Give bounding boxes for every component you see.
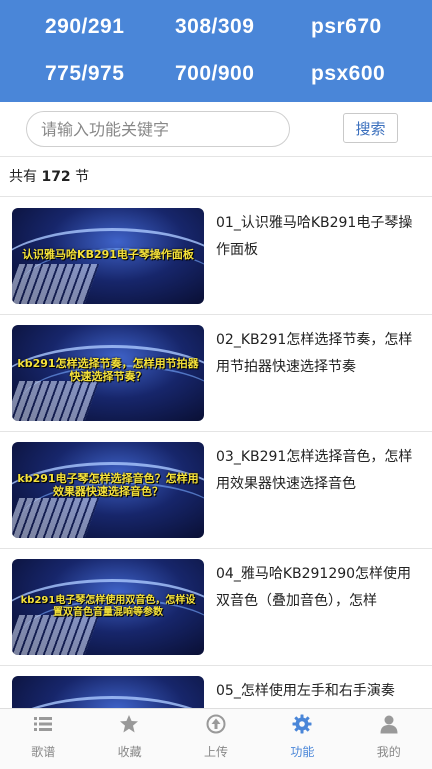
- lesson-title: 01_认识雅马哈KB291电子琴操作面板: [216, 215, 413, 258]
- thumbnail-caption: kb291怎样选择节奏，怎样用节拍器快速选择节奏？: [17, 357, 199, 383]
- user-icon: [380, 715, 398, 734]
- thumbnail-caption: kb291电子琴怎样使用双音色，怎样设置双音色音量混响等参数: [20, 595, 196, 618]
- lesson-title: 02_KB291怎样选择节奏，怎样用节拍器快速选择节奏: [216, 332, 413, 375]
- lesson-count: 共有 172 节: [0, 157, 432, 197]
- model-775-975[interactable]: 775/975: [45, 62, 124, 86]
- bottom-tab-bar: 歌谱 收藏 上传 功能 我的: [0, 708, 432, 769]
- lesson-title: 03_KB291怎样选择音色，怎样用效果器快速选择音色: [216, 449, 413, 492]
- tab-label: 歌谱: [31, 745, 56, 759]
- tab-songbook[interactable]: 歌谱: [0, 709, 86, 769]
- lesson-item-5[interactable]: 05_怎样使用左手和右手演奏: [0, 666, 432, 708]
- lesson-thumbnail: kb291电子琴怎样选择音色？怎样用效果器快速选择音色？: [12, 442, 204, 538]
- lesson-thumbnail: kb291电子琴怎样使用双音色，怎样设置双音色音量混响等参数: [12, 559, 204, 655]
- tab-label: 我的: [376, 745, 401, 759]
- search-button[interactable]: 搜索: [343, 113, 398, 143]
- thumbnail-caption: kb291电子琴怎样选择音色？怎样用效果器快速选择音色？: [17, 472, 199, 498]
- count-prefix: 共有: [9, 169, 37, 185]
- lesson-thumbnail: kb291怎样选择节奏，怎样用节拍器快速选择节奏？: [12, 325, 204, 421]
- search-bar: 搜索: [0, 102, 432, 157]
- thumbnail-caption: 认识雅马哈KB291电子琴操作面板: [22, 248, 194, 261]
- tab-label: 收藏: [117, 745, 142, 759]
- lesson-thumbnail: [12, 676, 204, 708]
- lesson-item-4[interactable]: kb291电子琴怎样使用双音色，怎样设置双音色音量混响等参数 04_雅马哈KB2…: [0, 549, 432, 666]
- lesson-thumbnail: 认识雅马哈KB291电子琴操作面板: [12, 208, 204, 304]
- count-suffix: 节: [75, 169, 90, 185]
- lesson-list: 认识雅马哈KB291电子琴操作面板 01_认识雅马哈KB291电子琴操作面板 k…: [0, 198, 432, 708]
- model-header: 290/291 308/309 psr670 775/975 700/900 p…: [0, 0, 432, 102]
- tab-label: 功能: [290, 745, 315, 759]
- gear-icon: [292, 714, 312, 734]
- list-icon: [34, 717, 52, 731]
- upload-icon: [206, 714, 226, 734]
- model-psx600[interactable]: psx600: [311, 62, 385, 86]
- model-290-291[interactable]: 290/291: [45, 15, 124, 39]
- tab-functions[interactable]: 功能: [259, 709, 345, 769]
- star-icon: [120, 715, 139, 733]
- model-psr670[interactable]: psr670: [311, 15, 382, 39]
- tab-favorites[interactable]: 收藏: [86, 709, 172, 769]
- lesson-title: 04_雅马哈KB291290怎样使用双音色（叠加音色），怎样: [216, 566, 412, 609]
- model-308-309[interactable]: 308/309: [175, 15, 254, 39]
- lesson-item-3[interactable]: kb291电子琴怎样选择音色？怎样用效果器快速选择音色？ 03_KB291怎样选…: [0, 432, 432, 549]
- tab-profile[interactable]: 我的: [346, 709, 432, 769]
- tab-label: 上传: [203, 745, 228, 759]
- lesson-item-2[interactable]: kb291怎样选择节奏，怎样用节拍器快速选择节奏？ 02_KB291怎样选择节奏…: [0, 315, 432, 432]
- count-value: 172: [41, 169, 71, 185]
- lesson-title: 05_怎样使用左手和右手演奏: [216, 683, 395, 699]
- search-input[interactable]: [26, 111, 290, 147]
- lesson-item-1[interactable]: 认识雅马哈KB291电子琴操作面板 01_认识雅马哈KB291电子琴操作面板: [0, 198, 432, 315]
- model-700-900[interactable]: 700/900: [175, 62, 254, 86]
- tab-upload[interactable]: 上传: [173, 709, 259, 769]
